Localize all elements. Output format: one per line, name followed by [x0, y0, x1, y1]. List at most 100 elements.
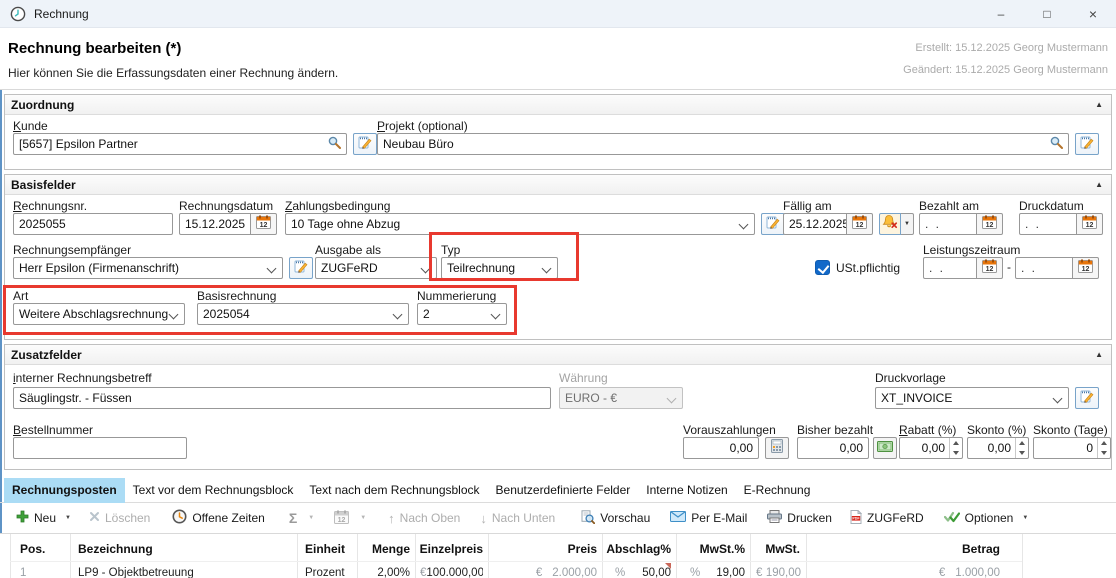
calendar-icon: 12	[982, 259, 997, 278]
vorauszahlungen-input[interactable]: 0,00	[683, 437, 759, 459]
leistung-von-input[interactable]: . .	[923, 257, 977, 279]
col-menge[interactable]: Menge	[357, 537, 410, 561]
zugferd-button[interactable]: PDF ZUGFeRD	[850, 510, 924, 527]
col-mwst-prozent[interactable]: MwSt.%	[676, 537, 745, 561]
tab-text-vor-rechnungsblock[interactable]: Text vor dem Rechnungsblock	[125, 478, 302, 503]
waehrung-select: EURO - €	[559, 387, 683, 409]
druckvorlage-select[interactable]: XT_INVOICE	[875, 387, 1069, 409]
envelope-icon	[670, 511, 686, 525]
tab-text-nach-rechnungsblock[interactable]: Text nach dem Rechnungsblock	[301, 478, 487, 503]
bestellnummer-label: Bestellnummer	[13, 423, 93, 437]
bezahlt-am-calendar-button[interactable]: 12	[977, 213, 1003, 235]
per-email-button[interactable]: Per E-Mail	[670, 511, 747, 525]
summe-dropdown-icon[interactable]: ▼	[308, 515, 314, 521]
maximize-button[interactable]: □	[1024, 0, 1070, 28]
neu-button[interactable]: Neu	[16, 510, 56, 526]
tab-interne-notizen[interactable]: Interne Notizen	[638, 478, 735, 503]
offene-zeiten-button[interactable]: Offene Zeiten	[172, 509, 265, 527]
col-einzelpreis[interactable]: Einzelpreis	[415, 537, 483, 561]
faellig-am-calendar-button[interactable]: 12	[847, 213, 873, 235]
neu-dropdown-icon[interactable]: ▼	[65, 515, 71, 521]
rechnungsdatum-calendar-button[interactable]: 12	[251, 213, 277, 235]
skonto-prozent-label: Skonto (%)	[967, 423, 1026, 437]
collapse-basisfelder-icon[interactable]: ▲	[1095, 180, 1103, 190]
waehrung-label: Währung	[559, 371, 608, 385]
rechnungsempfaenger-select[interactable]: Herr Epsilon (Firmenanschrift)	[13, 257, 283, 279]
rechnungsempfaenger-edit-button[interactable]	[289, 257, 313, 279]
col-preis[interactable]: Preis	[488, 537, 597, 561]
close-button[interactable]: ×	[1070, 0, 1116, 28]
rechnungsnr-input[interactable]: 2025055	[13, 213, 173, 235]
kalender-button[interactable]: 12	[334, 510, 349, 527]
tab-e-rechnung[interactable]: E-Rechnung	[736, 478, 819, 503]
tab-benutzerdefinierte-felder[interactable]: Benutzerdefinierte Felder	[488, 478, 639, 503]
druckdatum-input[interactable]: . .	[1019, 213, 1077, 235]
kalender-dropdown-icon[interactable]: ▼	[360, 515, 366, 521]
pencil-icon	[358, 135, 372, 154]
zahlungsbedingung-edit-button[interactable]	[761, 213, 785, 235]
stepper-arrows[interactable]	[1015, 438, 1028, 458]
ausgabe-als-select[interactable]: ZUGFeRD	[315, 257, 437, 279]
col-betrag[interactable]: Betrag	[806, 537, 1000, 561]
cell-abschlag: % 50,00	[615, 562, 671, 578]
col-abschlag[interactable]: Abschlag%	[602, 537, 671, 561]
reminder-dropdown-button[interactable]: ▼	[901, 213, 914, 235]
vorschau-button[interactable]: Vorschau	[581, 510, 650, 527]
minimize-button[interactable]: –	[978, 0, 1024, 28]
bisher-bezahlt-input[interactable]: 0,00	[797, 437, 869, 459]
col-bezeichnung[interactable]: Bezeichnung	[78, 537, 293, 561]
faellig-am-input[interactable]: 25.12.2025	[783, 213, 847, 235]
optionen-button[interactable]: Optionen	[944, 511, 1014, 526]
kunde-input[interactable]: [5657] Epsilon Partner	[13, 133, 347, 155]
percent-symbol: %	[690, 563, 700, 578]
skonto-tage-stepper[interactable]: 0	[1033, 437, 1111, 459]
stepper-arrows[interactable]	[1097, 438, 1110, 458]
optionen-dropdown-icon[interactable]: ▼	[1022, 515, 1028, 521]
drucken-button[interactable]: Drucken	[767, 510, 832, 526]
calendar-gray-icon: 12	[334, 510, 349, 527]
search-icon[interactable]	[328, 136, 341, 152]
rechnungsdatum-input[interactable]: 15.12.2025	[179, 213, 251, 235]
col-pos[interactable]: Pos.	[20, 537, 66, 561]
svg-text:PDF: PDF	[852, 516, 860, 520]
projekt-input[interactable]: Neubau Büro	[377, 133, 1069, 155]
col-einheit[interactable]: Einheit	[305, 537, 355, 561]
summe-button[interactable]: Σ	[289, 510, 297, 526]
cell-preis: € 2.000,00	[488, 562, 597, 578]
calendar-icon: 12	[1082, 215, 1097, 234]
leistung-bis-calendar-button[interactable]: 12	[1073, 257, 1099, 279]
rabatt-stepper[interactable]: 0,00	[899, 437, 963, 459]
app-window: Rechnung – □ × Rechnung bearbeiten (*) H…	[0, 0, 1116, 578]
cell-bezeichnung: LP9 - Objektbetreuung	[78, 562, 293, 578]
skonto-prozent-stepper[interactable]: 0,00	[967, 437, 1029, 459]
projekt-edit-button[interactable]	[1075, 133, 1099, 155]
window-title: Rechnung	[34, 7, 89, 21]
calendar-icon: 12	[1078, 259, 1093, 278]
tab-rechnungsposten[interactable]: Rechnungsposten	[4, 478, 125, 503]
ust-pflichtig-checkbox[interactable]	[815, 260, 830, 275]
page-title: Rechnung bearbeiten (*)	[8, 40, 181, 57]
druckdatum-calendar-button[interactable]: 12	[1077, 213, 1103, 235]
reminder-bell-button[interactable]	[879, 213, 901, 235]
collapse-zuordnung-icon[interactable]: ▲	[1095, 100, 1103, 110]
betreff-input[interactable]: Säuglingstr. - Füssen	[13, 387, 551, 409]
bisher-bezahlt-money-button[interactable]	[873, 437, 897, 459]
bezahlt-am-input[interactable]: . .	[919, 213, 977, 235]
vorauszahlungen-calc-button[interactable]	[765, 437, 789, 459]
leistung-von-calendar-button[interactable]: 12	[977, 257, 1003, 279]
kunde-edit-button[interactable]	[353, 133, 377, 155]
search-icon[interactable]	[1050, 136, 1063, 152]
nach-unten-button[interactable]: ↓ Nach Unten	[480, 511, 555, 526]
section-zusatzfelder: Zusatzfelder ▲ interner Rechnungsbetreff…	[4, 344, 1112, 470]
loeschen-button[interactable]: Löschen	[89, 511, 150, 525]
col-mwst[interactable]: MwSt.	[750, 537, 800, 561]
leistung-bis-input[interactable]: . .	[1015, 257, 1073, 279]
stepper-arrows[interactable]	[949, 438, 962, 458]
nach-oben-button[interactable]: ↑ Nach Oben	[388, 511, 460, 526]
bezahlt-am-label: Bezahlt am	[919, 199, 979, 213]
highlight-box-typ	[429, 232, 579, 281]
collapse-zusatzfelder-icon[interactable]: ▲	[1095, 350, 1103, 360]
bestellnummer-input[interactable]	[13, 437, 187, 459]
druckvorlage-edit-button[interactable]	[1075, 387, 1099, 409]
druckdatum-label: Druckdatum	[1019, 199, 1084, 213]
